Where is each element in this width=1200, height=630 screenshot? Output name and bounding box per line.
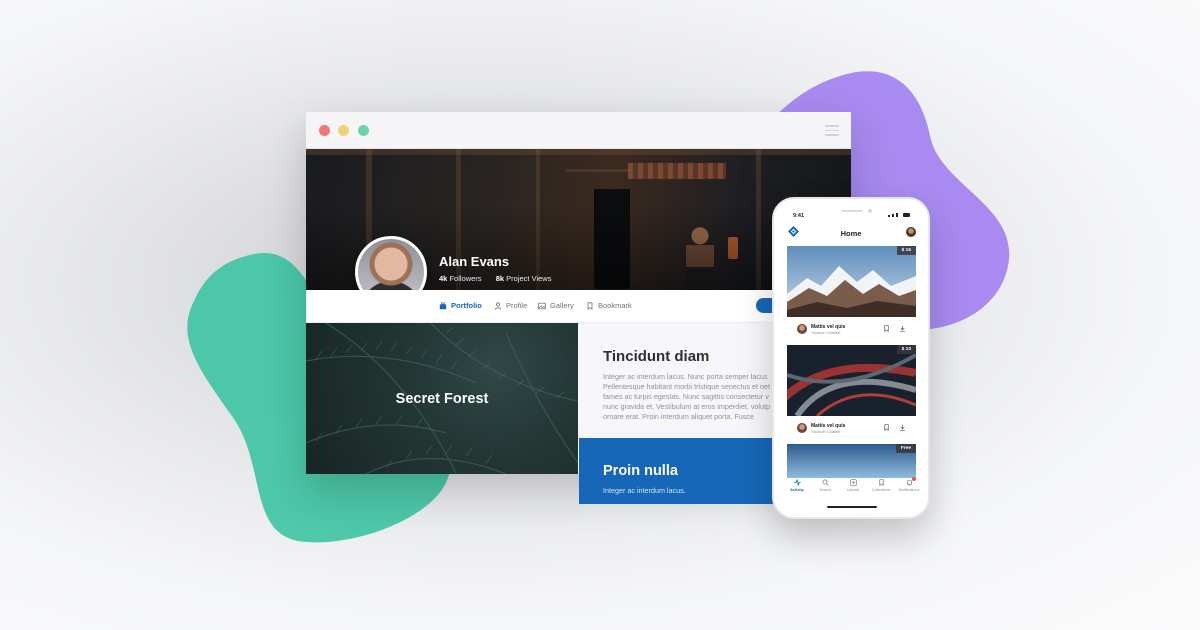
maximize-window-button[interactable] [358, 125, 369, 136]
price-badge: $ 15 [896, 246, 916, 255]
photo-card-sky[interactable]: Free [787, 444, 916, 478]
photo-card-highway[interactable]: $ 10 [787, 345, 916, 416]
tab-profile-label: Profile [506, 301, 528, 310]
phone-speaker [841, 210, 863, 212]
photo-card-meta: Mattis vel quis Yaoruch Chaihet [787, 319, 916, 339]
tab-gallery[interactable]: Gallery [538, 301, 574, 310]
upload-icon [849, 479, 857, 486]
minimize-window-button[interactable] [338, 125, 349, 136]
price-badge: Free [895, 444, 916, 453]
status-time: 9:41 [793, 213, 805, 219]
photo-card-meta: Mattis vel quis Yaoruch Chaihet [787, 418, 916, 438]
nav-activity[interactable]: Activity [782, 479, 812, 492]
nav-collections[interactable]: Collections [866, 479, 896, 492]
profile-name: Alan Evans [439, 254, 510, 269]
tab-bookmark-label: Bookmark [598, 301, 632, 310]
tab-bookmark[interactable]: Bookmark [586, 301, 632, 310]
phone-mockup: 9:41 Home $ 15 Mattis vel quis Yaoruch C… [772, 197, 930, 519]
views-label: Project Views [506, 274, 552, 283]
author-avatar[interactable] [797, 423, 807, 433]
nav-search[interactable]: Search [810, 479, 840, 492]
menu-icon[interactable] [825, 125, 839, 139]
nav-activity-label: Activity [790, 488, 804, 492]
phone-page-title: Home [840, 229, 862, 238]
profile-tab-bar: Portfolio Profile Gallery Bookmark [306, 290, 851, 323]
download-icon[interactable] [899, 424, 906, 431]
browser-window: Alan Evans 4k Followers 8k Project Views… [306, 112, 851, 474]
tab-portfolio-label: Portfolio [451, 301, 482, 310]
forest-feature-card[interactable]: Secret Forest [306, 323, 578, 474]
download-icon[interactable] [899, 325, 906, 332]
bookmark-icon[interactable] [883, 325, 890, 332]
nav-search-label: Search [818, 488, 832, 492]
promo-title: Proin nulla [603, 463, 678, 479]
author-subtitle: Yaoruch Chaihet [811, 330, 841, 335]
author-subtitle: Yaoruch Chaihet [811, 429, 841, 434]
price-badge: $ 10 [896, 345, 916, 354]
promo-text: Integer ac interdum lacus. [603, 486, 686, 495]
user-avatar[interactable] [906, 227, 916, 237]
image-icon [538, 302, 546, 309]
home-indicator [827, 506, 877, 508]
highway-photo [787, 345, 916, 416]
phone-bottom-nav: Activity Search Upload Collections Notif… [774, 477, 928, 499]
browser-titlebar [306, 112, 851, 149]
tab-profile[interactable]: Profile [494, 301, 527, 310]
feature-title: Secret Forest [395, 391, 489, 407]
portfolio-icon [439, 301, 447, 309]
bookmark-icon [587, 301, 593, 310]
bookmark-icon[interactable] [883, 424, 890, 431]
followers-label: Followers [449, 274, 482, 283]
nav-upload-label: Upload [846, 488, 860, 492]
tab-portfolio[interactable]: Portfolio [439, 301, 482, 310]
activity-icon [793, 479, 801, 486]
search-icon [821, 479, 829, 486]
nav-upload[interactable]: Upload [838, 479, 868, 492]
promo-card[interactable]: Proin nulla Integer ac interdum lacus. [579, 438, 777, 504]
tab-gallery-label: Gallery [550, 301, 574, 310]
author-avatar[interactable] [797, 324, 807, 334]
photo-card-mountains[interactable]: $ 15 [787, 246, 916, 317]
bookmark-icon [878, 479, 884, 486]
nav-collections-label: Collections [871, 488, 891, 492]
notification-badge [912, 477, 916, 481]
close-window-button[interactable] [319, 125, 330, 136]
article-title: Tincidunt diam [603, 348, 710, 365]
mountain-photo [787, 246, 916, 317]
nav-notifications-label: Notifications [898, 488, 920, 492]
user-icon [494, 301, 502, 310]
profile-stats: 4k Followers 8k Project Views [439, 274, 551, 283]
followers-count: 4k [439, 274, 448, 283]
phone-camera [868, 209, 872, 213]
signal-battery-icon [888, 213, 910, 217]
views-count: 8k [495, 274, 505, 283]
nav-notifications[interactable]: Notifications [894, 477, 924, 492]
